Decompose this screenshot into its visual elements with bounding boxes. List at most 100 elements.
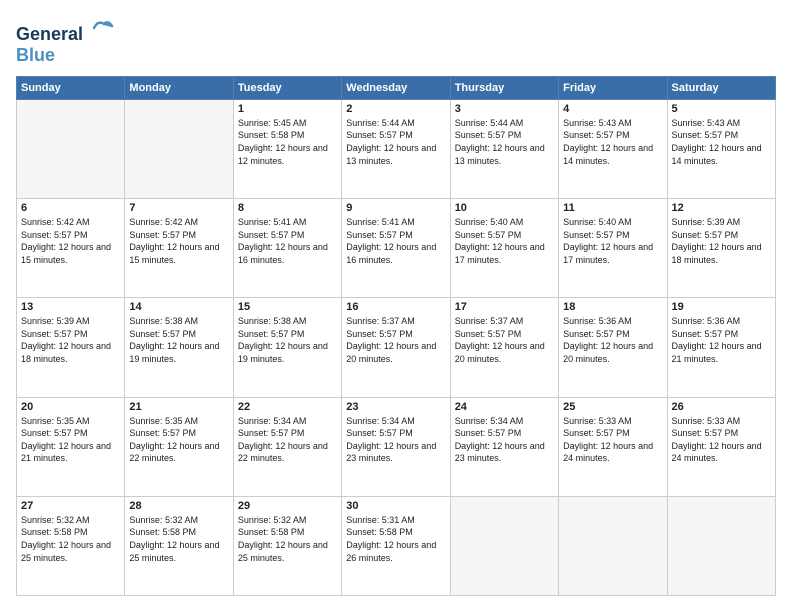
day-info: Sunrise: 5:33 AMSunset: 5:57 PMDaylight:…	[672, 415, 771, 465]
day-number: 2	[346, 103, 445, 115]
day-number: 7	[129, 202, 228, 214]
logo-blue: Blue	[16, 45, 114, 66]
calendar-week-row: 6 Sunrise: 5:42 AMSunset: 5:57 PMDaylight…	[17, 199, 776, 298]
day-info: Sunrise: 5:41 AMSunset: 5:57 PMDaylight:…	[238, 216, 337, 266]
page: General Blue SundayMondayTuesdayWednesda…	[0, 0, 792, 612]
calendar-cell: 10 Sunrise: 5:40 AMSunset: 5:57 PMDayligh…	[450, 199, 558, 298]
day-number: 3	[455, 103, 554, 115]
day-info: Sunrise: 5:40 AMSunset: 5:57 PMDaylight:…	[455, 216, 554, 266]
day-number: 24	[455, 401, 554, 413]
calendar-cell: 30 Sunrise: 5:31 AMSunset: 5:58 PMDayligh…	[342, 496, 450, 595]
day-number: 27	[21, 500, 120, 512]
calendar-cell: 28 Sunrise: 5:32 AMSunset: 5:58 PMDayligh…	[125, 496, 233, 595]
day-info: Sunrise: 5:38 AMSunset: 5:57 PMDaylight:…	[238, 315, 337, 365]
day-info: Sunrise: 5:44 AMSunset: 5:57 PMDaylight:…	[455, 117, 554, 167]
weekday-header: Sunday	[17, 76, 125, 99]
calendar-table: SundayMondayTuesdayWednesdayThursdayFrid…	[16, 76, 776, 596]
calendar-cell: 8 Sunrise: 5:41 AMSunset: 5:57 PMDaylight…	[233, 199, 341, 298]
calendar-week-row: 1 Sunrise: 5:45 AMSunset: 5:58 PMDaylight…	[17, 99, 776, 198]
calendar-cell: 23 Sunrise: 5:34 AMSunset: 5:57 PMDayligh…	[342, 397, 450, 496]
day-info: Sunrise: 5:40 AMSunset: 5:57 PMDaylight:…	[563, 216, 662, 266]
day-number: 6	[21, 202, 120, 214]
day-number: 1	[238, 103, 337, 115]
calendar-cell: 21Sunrise: 5:35 AMSunset: 5:57 PMDayligh…	[125, 397, 233, 496]
day-info: Sunrise: 5:36 AMSunset: 5:57 PMDaylight:…	[563, 315, 662, 365]
calendar-cell: 1 Sunrise: 5:45 AMSunset: 5:58 PMDaylight…	[233, 99, 341, 198]
calendar-cell	[667, 496, 775, 595]
day-number: 19	[672, 301, 771, 313]
day-number: 12	[672, 202, 771, 214]
day-info: Sunrise: 5:38 AMSunset: 5:57 PMDaylight:…	[129, 315, 228, 365]
day-info: Sunrise: 5:32 AMSunset: 5:58 PMDaylight:…	[129, 514, 228, 564]
day-info: Sunrise: 5:31 AMSunset: 5:58 PMDaylight:…	[346, 514, 445, 564]
calendar-cell: 29Sunrise: 5:32 AMSunset: 5:58 PMDayligh…	[233, 496, 341, 595]
day-number: 26	[672, 401, 771, 413]
calendar-cell: 7 Sunrise: 5:42 AMSunset: 5:57 PMDaylight…	[125, 199, 233, 298]
day-info: Sunrise: 5:39 AMSunset: 5:57 PMDaylight:…	[672, 216, 771, 266]
day-number: 9	[346, 202, 445, 214]
calendar-cell: 4Sunrise: 5:43 AMSunset: 5:57 PMDaylight…	[559, 99, 667, 198]
day-info: Sunrise: 5:34 AMSunset: 5:57 PMDaylight:…	[346, 415, 445, 465]
weekday-header: Thursday	[450, 76, 558, 99]
calendar-cell	[125, 99, 233, 198]
calendar-cell: 18 Sunrise: 5:36 AMSunset: 5:57 PMDayligh…	[559, 298, 667, 397]
day-number: 4	[563, 103, 662, 115]
day-info: Sunrise: 5:35 AMSunset: 5:57 PMDaylight:…	[129, 415, 228, 465]
calendar-cell: 16 Sunrise: 5:37 AMSunset: 5:57 PMDayligh…	[342, 298, 450, 397]
weekday-header: Wednesday	[342, 76, 450, 99]
calendar-cell	[450, 496, 558, 595]
day-info: Sunrise: 5:39 AMSunset: 5:57 PMDaylight:…	[21, 315, 120, 365]
day-number: 30	[346, 500, 445, 512]
calendar-cell: 3 Sunrise: 5:44 AMSunset: 5:57 PMDaylight…	[450, 99, 558, 198]
day-number: 13	[21, 301, 120, 313]
calendar-cell: 15 Sunrise: 5:38 AMSunset: 5:57 PMDayligh…	[233, 298, 341, 397]
day-info: Sunrise: 5:45 AMSunset: 5:58 PMDaylight:…	[238, 117, 337, 167]
calendar-cell: 25Sunrise: 5:33 AMSunset: 5:57 PMDayligh…	[559, 397, 667, 496]
day-number: 18	[563, 301, 662, 313]
day-number: 28	[129, 500, 228, 512]
day-number: 11	[563, 202, 662, 214]
day-number: 23	[346, 401, 445, 413]
calendar-cell: 9 Sunrise: 5:41 AMSunset: 5:57 PMDaylight…	[342, 199, 450, 298]
day-number: 16	[346, 301, 445, 313]
day-info: Sunrise: 5:37 AMSunset: 5:57 PMDaylight:…	[346, 315, 445, 365]
day-number: 15	[238, 301, 337, 313]
calendar-cell: 27Sunrise: 5:32 AMSunset: 5:58 PMDayligh…	[17, 496, 125, 595]
day-number: 29	[238, 500, 337, 512]
calendar-cell: 5 Sunrise: 5:43 AMSunset: 5:57 PMDaylight…	[667, 99, 775, 198]
day-number: 22	[238, 401, 337, 413]
day-info: Sunrise: 5:43 AMSunset: 5:57 PMDaylight:…	[672, 117, 771, 167]
calendar-cell: 19 Sunrise: 5:36 AMSunset: 5:57 PMDayligh…	[667, 298, 775, 397]
day-info: Sunrise: 5:44 AMSunset: 5:57 PMDaylight:…	[346, 117, 445, 167]
day-number: 14	[129, 301, 228, 313]
day-number: 20	[21, 401, 120, 413]
day-number: 5	[672, 103, 771, 115]
weekday-header: Monday	[125, 76, 233, 99]
calendar-cell: 13 Sunrise: 5:39 AMSunset: 5:57 PMDayligh…	[17, 298, 125, 397]
day-number: 10	[455, 202, 554, 214]
day-info: Sunrise: 5:34 AMSunset: 5:57 PMDaylight:…	[238, 415, 337, 465]
calendar-cell	[17, 99, 125, 198]
weekday-header: Friday	[559, 76, 667, 99]
calendar-cell: 2 Sunrise: 5:44 AMSunset: 5:57 PMDaylight…	[342, 99, 450, 198]
calendar-cell: 12 Sunrise: 5:39 AMSunset: 5:57 PMDayligh…	[667, 199, 775, 298]
calendar-cell: 11 Sunrise: 5:40 AMSunset: 5:57 PMDayligh…	[559, 199, 667, 298]
logo: General Blue	[16, 16, 114, 66]
day-info: Sunrise: 5:33 AMSunset: 5:57 PMDaylight:…	[563, 415, 662, 465]
day-info: Sunrise: 5:42 AMSunset: 5:57 PMDaylight:…	[129, 216, 228, 266]
calendar-week-row: 27 Sunrise: 5:32 AMSunset: 5:58 PMDayligh…	[17, 496, 776, 595]
calendar-cell: 20Sunrise: 5:35 AMSunset: 5:57 PMDayligh…	[17, 397, 125, 496]
day-info: Sunrise: 5:42 AMSunset: 5:57 PMDaylight:…	[21, 216, 120, 266]
day-info: Sunrise: 5:37 AMSunset: 5:57 PMDaylight:…	[455, 315, 554, 365]
day-info: Sunrise: 5:36 AMSunset: 5:57 PMDaylight:…	[672, 315, 771, 365]
calendar-week-row: 20 Sunrise: 5:35 AMSunset: 5:57 PMDayligh…	[17, 397, 776, 496]
calendar-cell: 17 Sunrise: 5:37 AMSunset: 5:57 PMDayligh…	[450, 298, 558, 397]
day-number: 8	[238, 202, 337, 214]
day-number: 17	[455, 301, 554, 313]
calendar-cell: 6 Sunrise: 5:42 AMSunset: 5:57 PMDaylight…	[17, 199, 125, 298]
day-info: Sunrise: 5:41 AMSunset: 5:57 PMDaylight:…	[346, 216, 445, 266]
calendar-cell	[559, 496, 667, 595]
header: General Blue	[16, 16, 776, 66]
logo-icon	[90, 16, 114, 40]
day-info: Sunrise: 5:34 AMSunset: 5:57 PMDaylight:…	[455, 415, 554, 465]
